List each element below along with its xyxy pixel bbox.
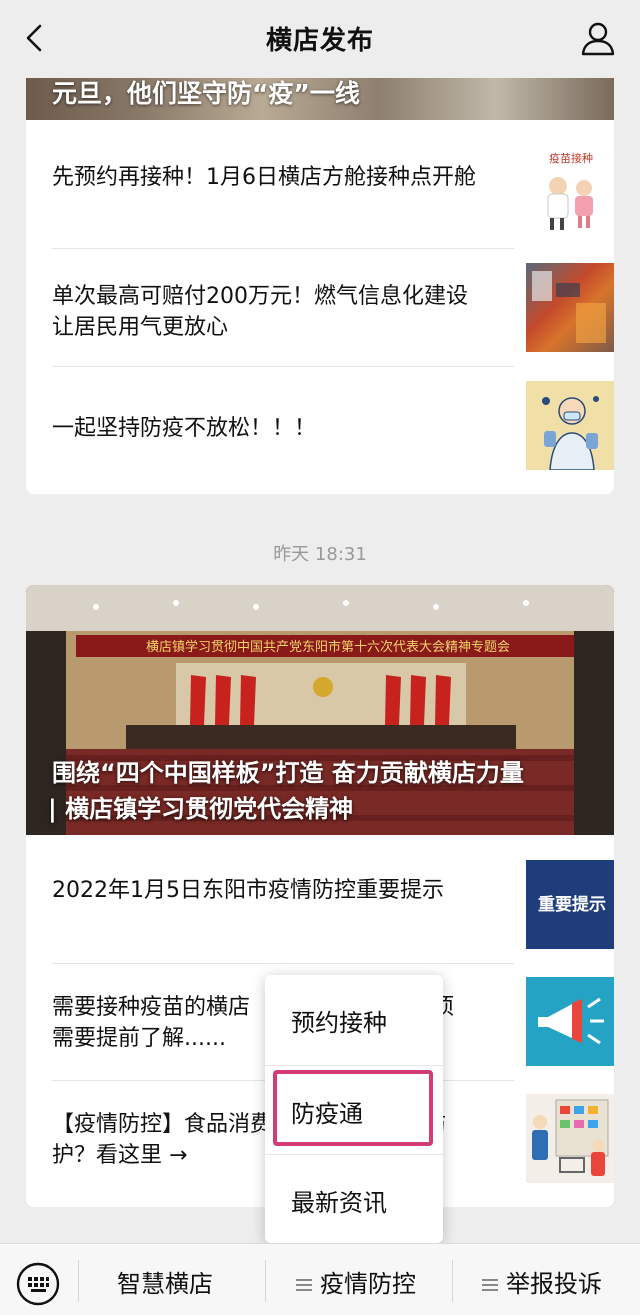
nav-bar: 横店发布: [0, 0, 640, 76]
menu-lines-icon: [482, 1279, 498, 1291]
tab-label: 举报投诉: [506, 1270, 602, 1298]
article-title: 一起坚持防疫不放松！！！: [52, 416, 317, 441]
mask-person-thumbnail: [526, 381, 614, 470]
notice-thumbnail: 重要提示: [526, 860, 614, 949]
article-title: 单次最高可赔付200万元！燃气信息化建设让居民用气更放心: [52, 284, 468, 340]
tab-divider: [265, 1260, 266, 1302]
timestamp: 昨天 18:31: [273, 544, 367, 565]
banner-title: 元旦，他们坚守防“疫”一线: [52, 79, 360, 108]
user-profile-icon[interactable]: [578, 18, 618, 58]
thumb-label: 疫苗接种: [549, 151, 593, 165]
hero-title: 围绕“四个中国样板”打造 奋力贡献横店力量: [52, 759, 524, 787]
megaphone-thumbnail: [526, 977, 614, 1066]
menu-lines-icon: [296, 1279, 312, 1291]
tab-label: 智慧横店: [117, 1270, 213, 1298]
menu-item-latest-news[interactable]: 最新资讯: [265, 1155, 443, 1243]
page-title: 横店发布: [265, 26, 374, 56]
article-card-1: 元旦，他们坚守防“疫”一线 先预约再接种！1月6日横店方舱接种点开舱 疫苗接种 …: [26, 78, 614, 494]
menu-item-label: 最新资讯: [291, 1189, 387, 1217]
list-item[interactable]: 一起坚持防疫不放松！！！: [52, 367, 614, 485]
article-banner[interactable]: 元旦，他们坚守防“疫”一线: [26, 78, 614, 120]
hero-subtitle: | 横店镇学习贯彻党代会精神: [48, 795, 354, 823]
tab-label: 疫情防控: [320, 1270, 416, 1298]
popup-menu: 预约接种 防疫通 最新资讯: [265, 975, 443, 1243]
tab-smart-hengdian[interactable]: 智慧横店: [117, 1264, 213, 1299]
keyboard-icon[interactable]: [16, 1262, 60, 1306]
tab-divider: [452, 1260, 453, 1302]
tab-report-complaint[interactable]: 举报投诉: [482, 1264, 602, 1299]
bottom-menu-bar: 智慧横店 疫情防控 举报投诉: [0, 1243, 640, 1315]
list-item[interactable]: 2022年1月5日东阳市疫情防控重要提示 重要提示: [52, 835, 614, 964]
menu-item-label: 预约接种: [291, 1009, 387, 1037]
list-item[interactable]: 单次最高可赔付200万元！燃气信息化建设让居民用气更放心: [52, 249, 614, 367]
gas-station-thumbnail: [526, 263, 614, 352]
list-item[interactable]: 先预约再接种！1月6日横店方舱接种点开舱 疫苗接种: [52, 120, 614, 249]
thumb-label: 重要提示: [538, 894, 606, 915]
title-line2: 需要提前了解......: [52, 1026, 226, 1051]
title-line1: 【疫情防控】食品消费: [52, 1112, 273, 1137]
shopping-thumbnail: [526, 1094, 614, 1183]
tab-epidemic-control[interactable]: 疫情防控: [296, 1264, 416, 1299]
hero-banner-text: 横店镇学习贯彻中国共产党东阳市第十六次代表大会精神专题会: [146, 639, 510, 655]
title-line2: 护？看这里 →: [52, 1143, 188, 1168]
article-title: 2022年1月5日东阳市疫情防控重要提示: [52, 878, 444, 903]
highlight-box: [273, 1070, 433, 1146]
tab-divider: [78, 1260, 79, 1302]
vaccine-thumbnail: 疫苗接种: [526, 148, 614, 237]
article-title: 先预约再接种！1月6日横店方舱接种点开舱: [52, 165, 476, 190]
hero-image[interactable]: 横店镇学习贯彻中国共产党东阳市第十六次代表大会精神专题会 围绕“四个中国样板”打…: [26, 585, 614, 835]
menu-item-appointment[interactable]: 预约接种: [265, 975, 443, 1063]
title-line1: 需要接种疫苗的横店: [52, 995, 251, 1020]
